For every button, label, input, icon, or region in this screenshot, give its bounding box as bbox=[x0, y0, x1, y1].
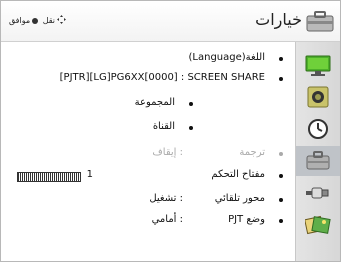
menu-item-label: القناة bbox=[152, 121, 175, 132]
sidebar-item-media[interactable] bbox=[296, 210, 340, 240]
menu-item-label: اللغة(Language) bbox=[188, 52, 266, 63]
category-sidebar bbox=[295, 42, 340, 261]
header: نقل موافق خيارات bbox=[1, 1, 340, 42]
menu-item-value: : أمامي bbox=[151, 214, 183, 225]
ok-dot-icon bbox=[32, 17, 39, 24]
menu-item-label: مفتاح التحكم bbox=[211, 169, 265, 180]
menu-item-label: المجموعة bbox=[134, 97, 175, 108]
bullet bbox=[279, 198, 283, 202]
toolbox-icon bbox=[306, 151, 330, 170]
sidebar-item-sound[interactable] bbox=[296, 82, 340, 112]
menu-item-value: 1 bbox=[86, 169, 93, 180]
options-list: اللغة(Language) [PJTR][LG]PG6XX[0000] : … bbox=[1, 42, 295, 261]
clock-icon bbox=[308, 119, 328, 139]
bullet bbox=[189, 102, 193, 106]
move-arrows-icon bbox=[57, 15, 67, 26]
connector-icon bbox=[306, 187, 329, 199]
sidebar-item-picture[interactable] bbox=[296, 50, 340, 80]
hint-move-label: نقل bbox=[42, 16, 56, 25]
hint-ok-label: موافق bbox=[9, 16, 31, 25]
page-title: خيارات bbox=[255, 10, 302, 29]
bullet bbox=[279, 219, 283, 223]
bullet bbox=[279, 57, 283, 61]
control-key-slider[interactable] bbox=[17, 172, 81, 182]
sidebar-item-input[interactable] bbox=[296, 178, 340, 208]
media-icon bbox=[305, 215, 331, 235]
menu-item-value: : تشغيل bbox=[149, 193, 183, 204]
options-window: نقل موافق خيارات اللغة(Language) [PJTR][… bbox=[0, 0, 341, 262]
sidebar-item-options[interactable] bbox=[296, 146, 340, 176]
navigation-hint: نقل موافق bbox=[9, 15, 68, 26]
monitor-icon bbox=[305, 55, 331, 76]
menu-item-label: وضع PJT bbox=[228, 214, 265, 225]
menu-item-value: : إيقاف bbox=[152, 147, 183, 158]
bullet bbox=[279, 77, 283, 81]
sidebar-item-time[interactable] bbox=[296, 114, 340, 144]
bullet bbox=[279, 152, 283, 156]
menu-item-label: محور تلقائي bbox=[214, 193, 265, 204]
menu-item-value: [PJTR][LG]PG6XX[0000] : SCREEN SHARE bbox=[59, 72, 265, 83]
speaker-icon bbox=[307, 86, 329, 108]
menu-item-label: ترجمة bbox=[239, 147, 265, 158]
bullet bbox=[279, 174, 283, 178]
toolbox-title-icon bbox=[306, 9, 334, 33]
bullet bbox=[189, 126, 193, 130]
